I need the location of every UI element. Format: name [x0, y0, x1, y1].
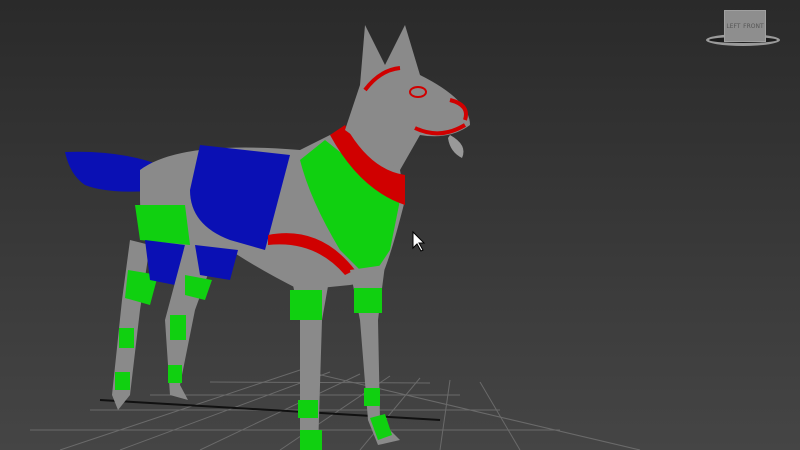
dog-model[interactable]	[65, 25, 470, 450]
mouse-cursor	[412, 230, 426, 252]
viewcube-box[interactable]: LEFT FRONT	[724, 10, 766, 42]
tongue	[448, 135, 464, 158]
scene	[30, 25, 641, 450]
viewcube-left-face[interactable]: LEFT	[726, 23, 740, 30]
3d-viewport[interactable]: LEFT FRONT	[0, 0, 800, 450]
viewcube[interactable]: LEFT FRONT	[706, 6, 782, 46]
viewcube-front-face[interactable]: FRONT	[743, 23, 764, 30]
green-hip	[135, 205, 190, 245]
